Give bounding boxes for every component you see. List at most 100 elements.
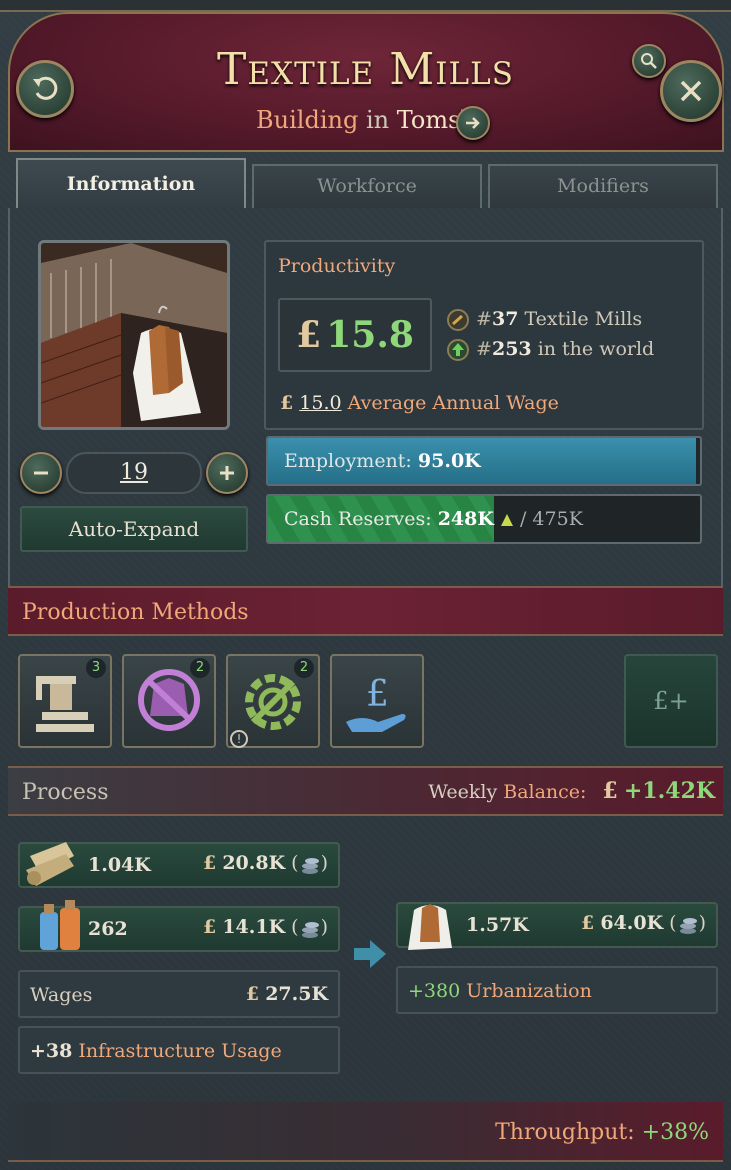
close-icon bbox=[680, 80, 702, 102]
employment-text: Employment: 95.0K bbox=[284, 450, 481, 472]
coins-icon bbox=[301, 922, 319, 938]
production-methods-header: Production Methods bbox=[8, 586, 723, 636]
tab-modifiers[interactable]: Modifiers bbox=[488, 164, 718, 208]
increase-level-button[interactable] bbox=[206, 452, 248, 494]
input-1-currency: £ bbox=[203, 852, 217, 874]
input-dye-row[interactable]: 262 £ 14.1K () bbox=[18, 900, 340, 952]
trend-up-icon bbox=[500, 514, 513, 526]
auto-expand-button[interactable]: Auto-Expand bbox=[20, 506, 248, 552]
cash-label: Cash Reserves: bbox=[284, 508, 432, 530]
urbanization-row[interactable]: +380 Urbanization bbox=[396, 966, 718, 1014]
level-field[interactable]: 19 bbox=[66, 452, 202, 494]
back-arrow-icon bbox=[33, 76, 58, 100]
wage-currency: £ bbox=[280, 392, 294, 414]
currency-icon: £ bbox=[296, 314, 322, 356]
infrastructure-value: +38 bbox=[30, 1040, 73, 1062]
employment-value: 95.0K bbox=[417, 450, 481, 472]
coins-icon bbox=[679, 918, 697, 934]
pm-badge-3: 2 bbox=[294, 658, 314, 678]
subtitle-building[interactable]: Building bbox=[256, 106, 358, 134]
balance-label: Balance: bbox=[503, 781, 587, 803]
input-2-paren-open: ( bbox=[291, 916, 299, 938]
input-2-price-group: £ 14.1K () bbox=[203, 916, 328, 939]
page-title: Textile Mills bbox=[217, 44, 514, 95]
process-arrow-icon bbox=[354, 940, 386, 968]
wages-label: Wages bbox=[30, 984, 93, 1006]
production-methods-title: Production Methods bbox=[22, 600, 249, 625]
throughput-label: Throughput: bbox=[495, 1120, 635, 1145]
productivity-label: Productivity bbox=[278, 255, 396, 277]
dye-bottles-icon bbox=[40, 900, 80, 950]
svg-text:£: £ bbox=[366, 674, 389, 715]
urbanization-label: Urbanization bbox=[466, 980, 592, 1002]
rank-world-row: #253 in the world bbox=[446, 338, 654, 362]
input-2-price: 14.1K bbox=[222, 916, 286, 938]
magnifier-icon bbox=[641, 53, 657, 69]
close-button[interactable] bbox=[660, 60, 722, 122]
output-price: 64.0K bbox=[600, 912, 664, 934]
cash-value: 248K bbox=[437, 508, 494, 530]
wage-row: £ 15.0 Average Annual Wage bbox=[280, 392, 559, 414]
world-rank-up-icon bbox=[447, 339, 469, 361]
rank2-text: in the world bbox=[537, 338, 655, 360]
employment-bar[interactable]: Employment: 95.0K bbox=[266, 436, 702, 486]
clothes-icon bbox=[408, 904, 452, 950]
input-2-paren-close: ) bbox=[320, 916, 328, 938]
output-paren-open: ( bbox=[669, 912, 677, 934]
balance-value: +1.42K bbox=[623, 778, 715, 804]
wages-amount: £ 27.5K bbox=[246, 983, 328, 1005]
infrastructure-label: Infrastructure Usage bbox=[78, 1040, 282, 1062]
pm-base-method[interactable]: 3 bbox=[18, 654, 112, 748]
plus-icon bbox=[220, 466, 234, 480]
weekly-label: Weekly bbox=[428, 781, 498, 803]
balance-currency: £ bbox=[602, 778, 618, 804]
auto-expand-label: Auto-Expand bbox=[68, 517, 200, 541]
input-1-price-group: £ 20.8K () bbox=[203, 852, 328, 875]
employment-label: Employment: bbox=[284, 450, 412, 472]
rank2-num: 253 bbox=[491, 338, 532, 360]
country-rank-icon bbox=[447, 309, 469, 331]
pm-automation-method[interactable]: 2 ! bbox=[226, 654, 320, 748]
subtitle: Building in Tomsk bbox=[0, 106, 731, 134]
fabric-icon bbox=[26, 842, 74, 886]
tab-information[interactable]: Information bbox=[16, 158, 246, 208]
wage-value[interactable]: 15.0 bbox=[299, 392, 341, 414]
cash-max: / 475K bbox=[519, 508, 583, 530]
textile-mill-illustration bbox=[41, 243, 227, 427]
hand-pound-icon: £ bbox=[346, 674, 406, 732]
input-2-currency: £ bbox=[203, 916, 217, 938]
goto-location-button[interactable] bbox=[456, 106, 490, 140]
minus-icon bbox=[34, 471, 48, 475]
cash-reserves-bar[interactable]: Cash Reserves: 248K / 475K bbox=[266, 494, 702, 544]
pm-ownership-method[interactable]: £ bbox=[330, 654, 424, 748]
input-1-qty: 1.04K bbox=[88, 854, 151, 876]
weekly-balance: Weekly Balance: £ +1.42K bbox=[428, 778, 715, 804]
back-button[interactable] bbox=[16, 60, 74, 118]
decrease-level-button[interactable] bbox=[20, 452, 62, 494]
input-1-paren-close: ) bbox=[320, 852, 328, 874]
wage-label: Average Annual Wage bbox=[347, 392, 559, 414]
throughput-footer: Throughput: +38% bbox=[8, 1102, 723, 1162]
input-fabric-row[interactable]: 1.04K £ 20.8K () bbox=[18, 842, 340, 888]
output-clothes-row[interactable]: 1.57K £ 64.0K () bbox=[396, 902, 718, 950]
process-header: Process Weekly Balance: £ +1.42K bbox=[8, 766, 723, 816]
rank-country-row: #37 Textile Mills bbox=[446, 308, 642, 332]
productivity-value: 15.8 bbox=[326, 314, 414, 356]
pm-badge-1: 3 bbox=[86, 658, 106, 678]
infrastructure-row[interactable]: +38 Infrastructure Usage bbox=[18, 1026, 340, 1074]
add-production-method-button[interactable]: £+ bbox=[624, 654, 718, 748]
pm-luxury-method[interactable]: 2 bbox=[122, 654, 216, 748]
input-2-qty: 262 bbox=[88, 918, 128, 940]
tab-workforce[interactable]: Workforce bbox=[252, 164, 482, 208]
urbanization-value: +380 bbox=[408, 980, 461, 1002]
input-1-price: 20.8K bbox=[222, 852, 286, 874]
arrow-right-icon bbox=[466, 117, 480, 129]
pm-badge-2: 2 bbox=[190, 658, 210, 678]
building-image bbox=[38, 240, 230, 430]
wages-row[interactable]: Wages £ 27.5K bbox=[18, 970, 340, 1018]
process-title: Process bbox=[22, 780, 109, 805]
search-button[interactable] bbox=[632, 44, 666, 78]
throughput-value: +38% bbox=[641, 1120, 709, 1145]
wages-currency: £ bbox=[245, 983, 260, 1005]
rank1-text: Textile Mills bbox=[524, 308, 643, 330]
